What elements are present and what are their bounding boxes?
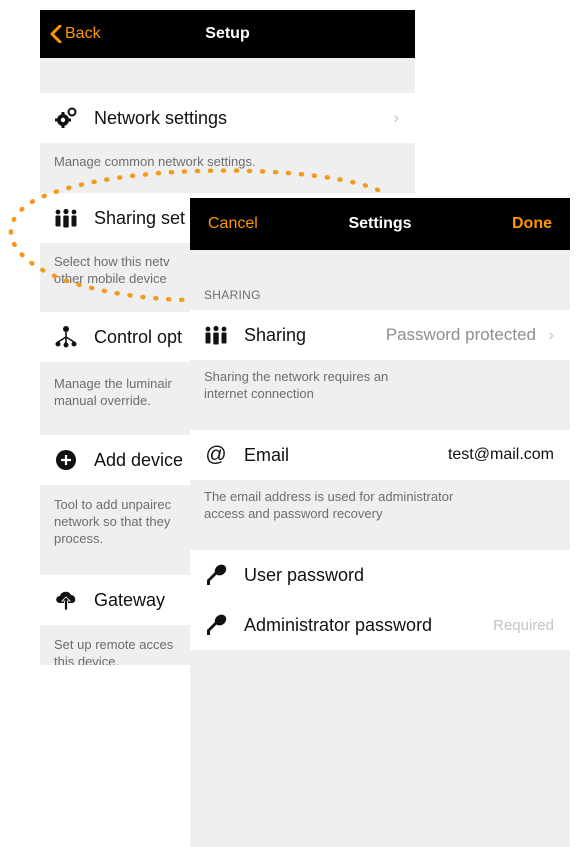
user-password-row[interactable]: User password <box>190 550 570 600</box>
key-icon <box>204 613 228 637</box>
sharing-row[interactable]: Sharing Password protected › <box>190 310 570 360</box>
add-device-label: Add device <box>94 449 184 470</box>
email-description: The email address is used for administra… <box>204 488 560 522</box>
gateway-label: Gateway <box>94 589 166 610</box>
setup-title: Setup <box>205 25 250 42</box>
at-sign-icon: @ <box>205 443 227 466</box>
description-line: Sharing the network requires an <box>204 369 389 384</box>
plus-circle-icon <box>54 448 78 472</box>
admin-password-row[interactable]: Administrator password Required <box>190 600 570 650</box>
sharing-label: Sharing <box>244 324 307 345</box>
admin-password-input[interactable]: Required <box>493 617 554 634</box>
chevron-right-icon: › <box>548 325 554 344</box>
hierarchy-icon <box>54 325 78 349</box>
sharing-description: Sharing the network requires an internet… <box>204 368 560 402</box>
description-line: access and password recovery <box>204 506 383 521</box>
key-icon <box>204 563 228 587</box>
user-password-label: User password <box>244 564 365 585</box>
email-row[interactable]: @ Email test@mail.com <box>190 430 570 480</box>
settings-screen: Cancel Settings Done SHARING Sharing Pas… <box>190 198 570 847</box>
email-label: Email <box>244 444 290 465</box>
control-options-label: Control opt <box>94 326 183 347</box>
setup-navbar: Back Setup <box>40 10 415 58</box>
network-settings-description: Manage common network settings. <box>54 154 256 169</box>
sharing-settings-label: Sharing set <box>94 207 186 228</box>
email-value[interactable]: test@mail.com <box>448 446 554 464</box>
network-settings-row[interactable]: Network settings › <box>40 93 415 143</box>
description-line: internet connection <box>204 386 314 401</box>
settings-navbar: Cancel Settings Done <box>190 198 570 250</box>
chevron-right-icon: › <box>393 108 399 127</box>
gears-icon <box>54 106 78 130</box>
people-icon <box>54 206 78 230</box>
cloud-upload-icon <box>54 588 78 612</box>
done-button[interactable]: Done <box>512 198 552 250</box>
network-settings-label: Network settings <box>94 107 228 128</box>
admin-password-label: Administrator password <box>244 614 433 635</box>
people-icon <box>204 323 228 347</box>
sharing-value: Password protected <box>385 325 536 344</box>
description-line: The email address is used for administra… <box>204 489 454 504</box>
sharing-section-header: SHARING <box>204 288 261 302</box>
